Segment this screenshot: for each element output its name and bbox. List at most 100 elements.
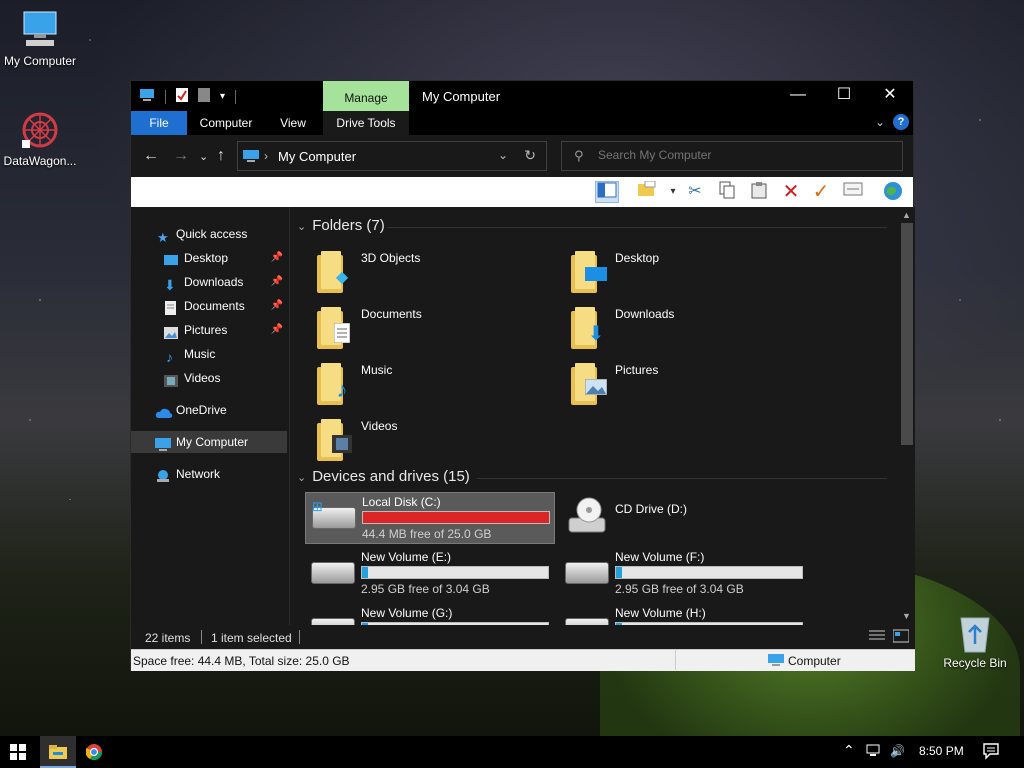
- landscape-icon: [584, 378, 608, 401]
- nav-item-onedrive[interactable]: OneDrive: [131, 399, 287, 421]
- folder-documents[interactable]: Documents: [311, 301, 561, 353]
- details-view-icon[interactable]: [869, 629, 885, 646]
- search-box[interactable]: ⚲: [561, 141, 903, 171]
- nav-item-my-computer[interactable]: My Computer: [131, 431, 287, 453]
- nav-item-desktop[interactable]: Desktop 📌: [131, 247, 287, 269]
- drive-free-space: 2.95 GB free of 3.04 GB: [361, 582, 490, 596]
- drive-local-disk-c[interactable]: ⊞ Local Disk (C:) 44.4 MB free of 25.0 G…: [305, 492, 555, 544]
- folder-downloads[interactable]: ⬇ Downloads: [565, 301, 815, 353]
- tab-drive-tools[interactable]: Drive Tools: [323, 111, 409, 135]
- network-icon: [155, 468, 169, 482]
- vertical-scrollbar[interactable]: ▲ ▼: [899, 207, 915, 625]
- group-header-folders[interactable]: ⌄ Folders (7): [297, 217, 385, 234]
- drive-new-volume-g[interactable]: New Volume (G:): [305, 604, 555, 625]
- globe-icon[interactable]: [881, 181, 905, 203]
- drive-new-volume-e[interactable]: New Volume (E:) 2.95 GB free of 3.04 GB: [305, 548, 555, 600]
- maximize-button[interactable]: ☐: [821, 81, 867, 111]
- tiles-view-icon[interactable]: [892, 629, 910, 646]
- chevron-down-icon[interactable]: ⌄: [498, 148, 508, 162]
- recent-locations-icon[interactable]: ⌄: [199, 150, 208, 163]
- back-arrow-icon[interactable]: ←: [143, 147, 159, 165]
- group-header-label: Folders (7): [312, 217, 385, 234]
- folder-icon: [317, 305, 353, 349]
- separator: [299, 630, 300, 644]
- pane-splitter[interactable]: [289, 207, 290, 625]
- drive-name: Local Disk (C:): [362, 495, 441, 509]
- folder-name: Music: [361, 363, 393, 377]
- pin-icon: 📌: [270, 300, 283, 311]
- taskbar-file-explorer[interactable]: [40, 736, 76, 768]
- tab-manage[interactable]: Manage: [323, 81, 409, 111]
- scroll-down-icon[interactable]: ▼: [902, 611, 911, 621]
- desktop-icon-label: DataWagon...: [3, 154, 77, 168]
- minimize-button[interactable]: —: [775, 81, 821, 111]
- nav-item-videos[interactable]: Videos: [131, 367, 287, 389]
- network-icon[interactable]: [866, 744, 882, 761]
- desktop-icon-datawagon[interactable]: DataWagon...: [0, 110, 80, 168]
- group-divider: [387, 227, 887, 228]
- folder-pictures[interactable]: Pictures: [565, 357, 815, 409]
- folder-name: Documents: [361, 307, 422, 321]
- forward-arrow-icon[interactable]: →: [173, 147, 189, 165]
- close-button[interactable]: ✕: [867, 81, 913, 111]
- folder-videos[interactable]: Videos: [311, 413, 561, 465]
- drive-usage-bar: [615, 566, 803, 579]
- hard-drive-icon: [311, 618, 355, 625]
- computer-icon: [20, 10, 60, 50]
- address-bar[interactable]: › My Computer ⌄ ↻: [237, 141, 547, 171]
- notification-icon[interactable]: [982, 742, 1000, 763]
- folder-music[interactable]: ♪ Music: [311, 357, 561, 409]
- drive-new-volume-h[interactable]: New Volume (H:): [559, 604, 809, 625]
- delete-icon[interactable]: ✕: [779, 181, 803, 203]
- nav-item-downloads[interactable]: ⬇ Downloads 📌: [131, 271, 287, 293]
- copy-icon[interactable]: [715, 181, 739, 203]
- rename-check-icon[interactable]: ✓: [809, 181, 833, 203]
- tab-computer[interactable]: Computer: [191, 111, 261, 135]
- dropdown-arrow-icon[interactable]: ▾: [661, 181, 685, 203]
- properties-icon[interactable]: [841, 181, 865, 203]
- scroll-up-icon[interactable]: ▲: [902, 210, 911, 220]
- desktop-icon-recycle-bin[interactable]: Recycle Bin: [935, 612, 1015, 670]
- hard-drive-icon: [565, 562, 609, 584]
- nav-item-quick-access[interactable]: ★ Quick access: [131, 223, 287, 245]
- properties-icon[interactable]: [176, 88, 188, 105]
- ribbon-right-controls: ⌄ ?: [875, 114, 909, 130]
- explorer-body: ★ Quick access Desktop 📌 ⬇ Downloads 📌 D…: [131, 207, 915, 625]
- help-button[interactable]: ?: [893, 114, 909, 130]
- expand-ribbon-icon[interactable]: ⌄: [875, 115, 885, 129]
- group-header-devices[interactable]: ⌄ Devices and drives (15): [297, 468, 470, 485]
- desktop-icon-my-computer[interactable]: My Computer: [0, 10, 80, 68]
- cut-icon[interactable]: ✂: [683, 181, 707, 203]
- customize-qat-icon[interactable]: ▾: [220, 91, 225, 102]
- nav-item-label: Videos: [184, 371, 221, 385]
- separator: [675, 650, 676, 670]
- group-divider: [477, 478, 887, 479]
- preview-pane-icon[interactable]: [595, 181, 619, 203]
- new-folder-icon[interactable]: [198, 88, 210, 105]
- start-button[interactable]: [0, 736, 36, 768]
- chevron-up-icon[interactable]: ⌃: [843, 742, 855, 759]
- tab-file[interactable]: File: [131, 111, 187, 135]
- folder-3d-objects[interactable]: ◆ 3D Objects: [311, 245, 561, 297]
- nav-item-pictures[interactable]: Pictures 📌: [131, 319, 287, 341]
- volume-icon[interactable]: 🔊: [890, 744, 905, 758]
- new-folder-icon[interactable]: [635, 180, 659, 203]
- tab-view[interactable]: View: [271, 111, 315, 135]
- search-input[interactable]: [598, 148, 888, 162]
- group-header-label: Devices and drives (15): [312, 468, 470, 485]
- drive-new-volume-f[interactable]: New Volume (F:) 2.95 GB free of 3.04 GB: [559, 548, 809, 600]
- scrollbar-thumb[interactable]: [901, 223, 913, 445]
- space-info: Space free: 44.4 MB, Total size: 25.0 GB: [133, 654, 350, 668]
- paste-icon[interactable]: [747, 181, 771, 203]
- clock[interactable]: 8:50 PM: [919, 744, 964, 758]
- nav-item-music[interactable]: ♪ Music: [131, 343, 287, 365]
- nav-item-network[interactable]: Network: [131, 463, 287, 485]
- drive-cd-d[interactable]: CD Drive (D:): [559, 492, 809, 544]
- nav-item-documents[interactable]: Documents 📌: [131, 295, 287, 317]
- refresh-icon[interactable]: ↻: [524, 147, 536, 164]
- up-arrow-icon[interactable]: ↑: [217, 147, 225, 165]
- cube-icon: ◆: [335, 269, 349, 286]
- folder-desktop[interactable]: Desktop: [565, 245, 815, 297]
- title-bar: ▾ Manage My Computer — ☐ ✕: [131, 81, 913, 111]
- taskbar-chrome[interactable]: [76, 736, 112, 768]
